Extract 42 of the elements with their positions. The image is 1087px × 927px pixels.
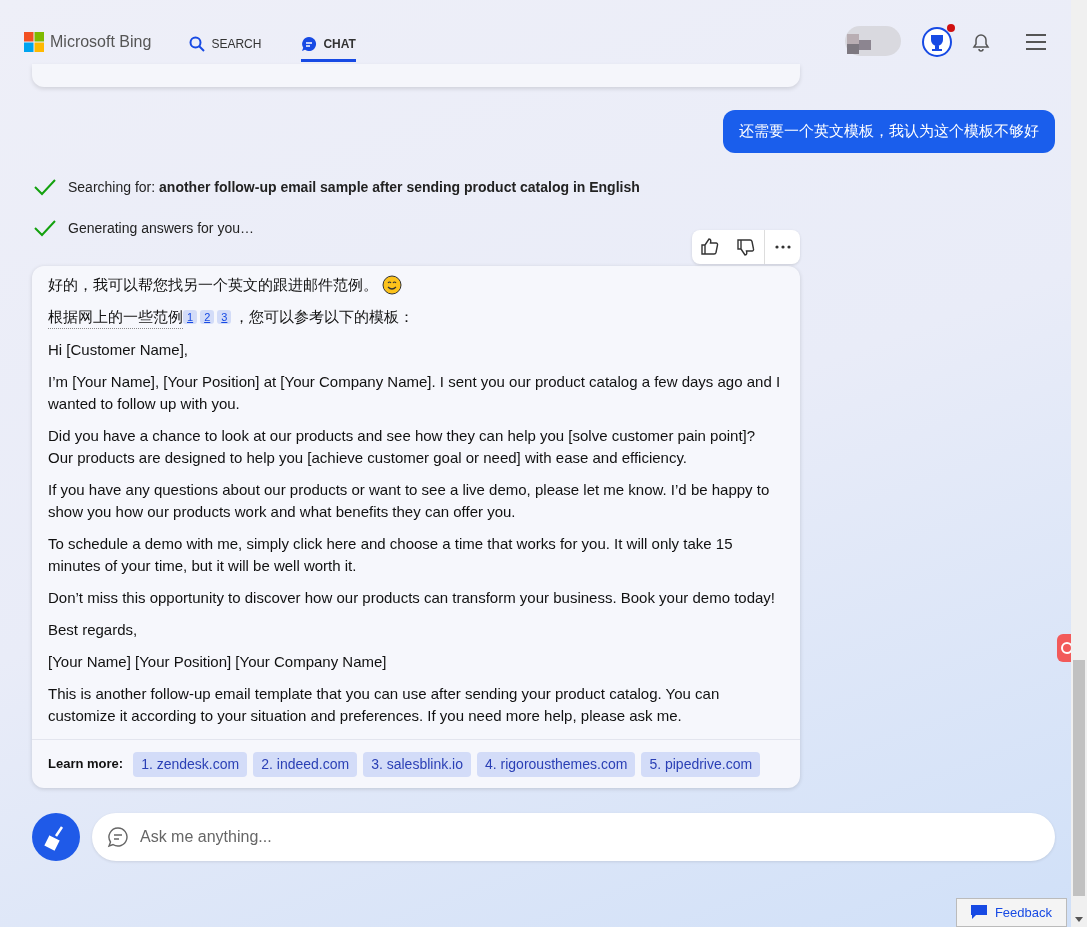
source-link[interactable]: 3. salesblink.io <box>363 751 471 777</box>
chat-icon <box>301 35 318 52</box>
logo-text: Microsoft Bing <box>50 32 152 52</box>
source-link[interactable]: 2. indeed.com <box>253 751 358 777</box>
nav-tab[interactable]: SEARCH <box>189 28 262 62</box>
answer-text: [Your Name] [Your Position] [Your Company Name] <box>48 651 387 672</box>
status-text: Searching for: another follow-up email sample after sending product catalog in English <box>68 177 640 197</box>
answer-text: Best regards, <box>48 619 138 640</box>
answer-text: Did you have a chance to look at our products and see how they can help you [solve customer pain point]? Our products are designed to help you [achieve customer goal or need] with ease and efficiency. <box>48 425 757 468</box>
scroll-down-icon[interactable] <box>1075 917 1083 923</box>
source-link[interactable]: 1. zendesk.com <box>133 751 248 777</box>
answer-text: If you have any questions about our products or want to see a live demo, please let me know. I’d be happy to show you how our products work and what benefits they can offer you. <box>48 479 771 522</box>
learn-more-label: Learn more: <box>48 755 124 774</box>
user-message: 还需要一个英文模板，我认为这个模板不够好 <box>723 110 1055 153</box>
search-icon <box>189 35 206 52</box>
answer-text: To schedule a demo with me, simply click here and choose a time that works for you. It will only take 15 minutes of your time, but it will be well worth it. <box>48 533 734 576</box>
bell-icon[interactable] <box>971 32 991 52</box>
trophy-icon[interactable] <box>921 26 953 58</box>
answer-text: Hi [Customer Name], <box>48 339 189 360</box>
feedback-button[interactable]: Feedback <box>955 897 1067 927</box>
menu-icon[interactable] <box>1025 33 1047 51</box>
source-link[interactable]: 5. pipedrive.com <box>641 751 761 777</box>
broom-icon[interactable] <box>32 812 80 861</box>
answer-text: 好的，我可以帮您找另一个英文的跟进邮件范例。 <box>48 274 378 295</box>
citation-link[interactable]: 3 <box>217 310 232 324</box>
answer-text: This is another follow-up email template that you can use after sending your product catalog. You can customize it according to your situation and preferences. If you need more help, please ask me. <box>48 683 721 726</box>
thumbs-down-icon[interactable] <box>736 236 756 257</box>
nav-tab[interactable]: CHAT <box>301 28 356 62</box>
scroll-thumb[interactable] <box>1073 660 1085 896</box>
side-tab-icon[interactable] <box>1057 634 1071 662</box>
chat-input[interactable]: Ask me anything... <box>92 812 1055 861</box>
scrollbar[interactable] <box>1071 0 1087 927</box>
citation-link[interactable]: 2 <box>200 310 215 324</box>
source-link[interactable]: 4. rigorousthemes.com <box>477 751 636 777</box>
answer-text: Don’t miss this opportunity to discover how our products can transform your business. Book your demo today! <box>48 587 775 608</box>
answer-text: ，您可以参考以下的模板： <box>234 307 415 327</box>
citation-link[interactable]: 1 <box>183 310 198 324</box>
comment-icon <box>970 905 987 920</box>
thumbs-up-icon[interactable] <box>700 236 720 257</box>
answer-text: I’m [Your Name], [Your Position] at [Your Company Name]. I sent you our product catalog a few days ago and I wanted to follow up with you. <box>48 371 782 414</box>
logo-icon <box>24 32 44 52</box>
status-text: Generating answers for you… <box>68 218 254 238</box>
